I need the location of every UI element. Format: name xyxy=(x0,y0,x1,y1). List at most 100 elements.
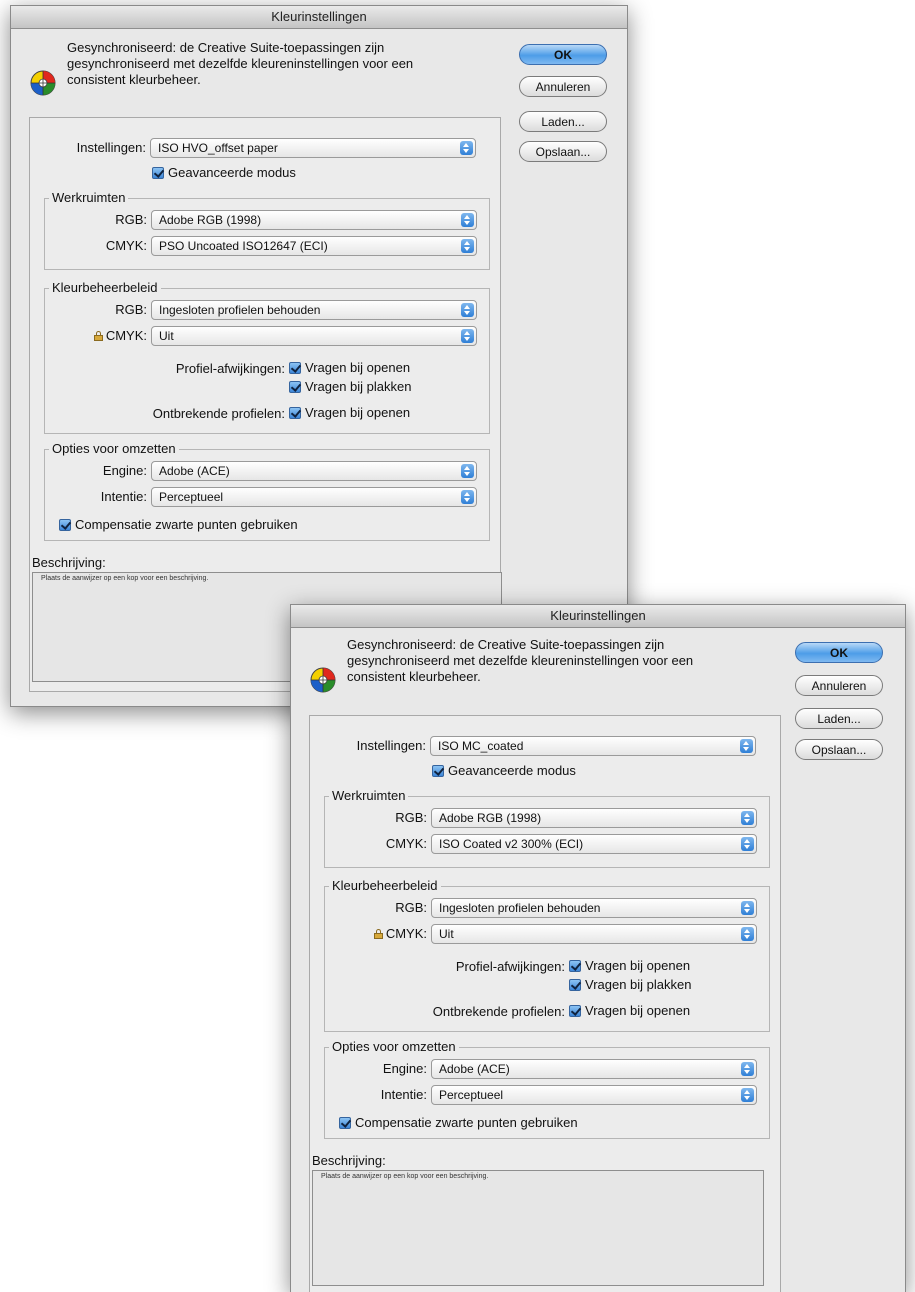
black-point-compensation-checkbox[interactable]: Compensatie zwarte punten gebruiken xyxy=(339,1116,578,1130)
lock-icon xyxy=(373,929,383,939)
popup-arrows-icon xyxy=(461,490,474,504)
checkmark-icon xyxy=(432,765,444,777)
color-policies-group: Kleurbeheerbeleid RGB: Ingesloten profie… xyxy=(44,280,490,434)
missing-ask-open-label: Vragen bij openen xyxy=(585,1003,691,1018)
checkmark-icon xyxy=(59,519,71,531)
cmyk-workspace-popup[interactable]: PSO Uncoated ISO12647 (ECI) xyxy=(151,236,477,256)
workspaces-group: Werkruimten RGB: Adobe RGB (1998) CMYK: … xyxy=(44,190,490,270)
settings-popup[interactable]: ISO HVO_offset paper xyxy=(150,138,476,158)
ok-button[interactable]: OK xyxy=(795,642,883,663)
mismatch-ask-paste-checkbox[interactable]: Vragen bij plakken xyxy=(569,978,691,992)
ok-button[interactable]: OK xyxy=(519,44,607,65)
cmyk-policy-label: CMYK: xyxy=(105,328,147,343)
color-settings-dialog-back: Kleurinstellingen Gesynchroniseerd: de C… xyxy=(10,5,628,707)
popup-arrows-icon xyxy=(741,901,754,915)
popup-arrows-icon xyxy=(460,141,473,155)
settings-label: Instellingen: xyxy=(356,738,426,753)
cmyk-policy-value: Uit xyxy=(159,329,174,343)
engine-label: Engine: xyxy=(382,1061,427,1076)
rgb-policy-popup[interactable]: Ingesloten profielen behouden xyxy=(431,898,757,918)
intent-label: Intentie: xyxy=(100,489,147,504)
missing-profiles-label: Ontbrekende profielen: xyxy=(152,406,285,421)
engine-popup[interactable]: Adobe (ACE) xyxy=(431,1059,757,1079)
popup-arrows-icon xyxy=(461,239,474,253)
rgb-workspace-value: Adobe RGB (1998) xyxy=(159,213,262,227)
popup-arrows-icon xyxy=(741,1088,754,1102)
policies-legend: Kleurbeheerbeleid xyxy=(49,280,161,295)
popup-arrows-icon xyxy=(461,329,474,343)
rgb-policy-popup[interactable]: Ingesloten profielen behouden xyxy=(151,300,477,320)
conversion-legend: Opties voor omzetten xyxy=(49,441,179,456)
description-label: Beschrijving: xyxy=(312,1153,386,1168)
save-button[interactable]: Opslaan... xyxy=(795,739,883,760)
cmyk-policy-label: CMYK: xyxy=(385,926,427,941)
rgb-policy-label: RGB: xyxy=(115,302,147,317)
rgb-workspace-label: RGB: xyxy=(395,810,427,825)
popup-arrows-icon xyxy=(741,837,754,851)
workspaces-legend: Werkruimten xyxy=(49,190,129,205)
mismatch-ask-open-label: Vragen bij openen xyxy=(305,360,411,375)
description-label: Beschrijving: xyxy=(32,555,106,570)
workspaces-group: Werkruimten RGB: Adobe RGB (1998) CMYK: … xyxy=(324,788,770,868)
conversion-options-group: Opties voor omzetten Engine: Adobe (ACE)… xyxy=(44,441,490,541)
checkmark-icon xyxy=(152,167,164,179)
intent-popup[interactable]: Perceptueel xyxy=(431,1085,757,1105)
mismatch-ask-open-label: Vragen bij openen xyxy=(585,958,691,973)
cmyk-policy-popup[interactable]: Uit xyxy=(151,326,477,346)
save-button[interactable]: Opslaan... xyxy=(519,141,607,162)
cmyk-workspace-popup[interactable]: ISO Coated v2 300% (ECI) xyxy=(431,834,757,854)
cmyk-workspace-value: ISO Coated v2 300% (ECI) xyxy=(439,837,584,851)
profile-mismatch-label: Profiel-afwijkingen: xyxy=(455,959,565,974)
checkmark-icon xyxy=(289,362,301,374)
mismatch-ask-open-checkbox[interactable]: Vragen bij openen xyxy=(569,959,690,973)
color-settings-dialog-front: Kleurinstellingen Gesynchroniseerd: de C… xyxy=(290,604,906,1292)
cancel-button[interactable]: Annuleren xyxy=(795,675,883,696)
color-policies-group: Kleurbeheerbeleid RGB: Ingesloten profie… xyxy=(324,878,770,1032)
advanced-mode-checkbox[interactable]: Geavanceerde modus xyxy=(152,166,296,180)
advanced-mode-checkbox[interactable]: Geavanceerde modus xyxy=(432,764,576,778)
load-button[interactable]: Laden... xyxy=(519,111,607,132)
missing-ask-open-label: Vragen bij openen xyxy=(305,405,411,420)
intent-value: Perceptueel xyxy=(159,490,224,504)
popup-arrows-icon xyxy=(740,739,753,753)
popup-arrows-icon xyxy=(461,303,474,317)
settings-value: ISO MC_coated xyxy=(438,739,524,753)
settings-panel: Instellingen: ISO MC_coated Geavanceerde… xyxy=(309,715,781,1292)
engine-popup[interactable]: Adobe (ACE) xyxy=(151,461,477,481)
workspaces-legend: Werkruimten xyxy=(329,788,409,803)
profile-mismatch-label: Profiel-afwijkingen: xyxy=(175,361,285,376)
engine-value: Adobe (ACE) xyxy=(159,464,230,478)
mismatch-ask-open-checkbox[interactable]: Vragen bij openen xyxy=(289,361,410,375)
rgb-workspace-popup[interactable]: Adobe RGB (1998) xyxy=(151,210,477,230)
black-point-compensation-label: Compensatie zwarte punten gebruiken xyxy=(355,1115,578,1130)
checkmark-icon xyxy=(289,407,301,419)
settings-label: Instellingen: xyxy=(76,140,146,155)
popup-arrows-icon xyxy=(741,927,754,941)
description-text: Plaats de aanwijzer op een kop voor een … xyxy=(41,575,209,582)
popup-arrows-icon xyxy=(461,464,474,478)
cmyk-workspace-label: CMYK: xyxy=(105,238,147,253)
missing-ask-open-checkbox[interactable]: Vragen bij openen xyxy=(289,406,410,420)
cancel-button[interactable]: Annuleren xyxy=(519,76,607,97)
color-wheel-icon xyxy=(30,70,56,96)
missing-ask-open-checkbox[interactable]: Vragen bij openen xyxy=(569,1004,690,1018)
intent-popup[interactable]: Perceptueel xyxy=(151,487,477,507)
load-button[interactable]: Laden... xyxy=(795,708,883,729)
mismatch-ask-paste-label: Vragen bij plakken xyxy=(585,977,692,992)
missing-profiles-label: Ontbrekende profielen: xyxy=(432,1004,565,1019)
checkmark-icon xyxy=(569,1005,581,1017)
mismatch-ask-paste-checkbox[interactable]: Vragen bij plakken xyxy=(289,380,411,394)
black-point-compensation-checkbox[interactable]: Compensatie zwarte punten gebruiken xyxy=(59,518,298,532)
cmyk-policy-popup[interactable]: Uit xyxy=(431,924,757,944)
conversion-options-group: Opties voor omzetten Engine: Adobe (ACE)… xyxy=(324,1039,770,1139)
advanced-mode-label: Geavanceerde modus xyxy=(168,165,296,180)
popup-arrows-icon xyxy=(461,213,474,227)
cmyk-policy-value: Uit xyxy=(439,927,454,941)
rgb-workspace-popup[interactable]: Adobe RGB (1998) xyxy=(431,808,757,828)
checkmark-icon xyxy=(339,1117,351,1129)
settings-popup[interactable]: ISO MC_coated xyxy=(430,736,756,756)
rgb-policy-value: Ingesloten profielen behouden xyxy=(159,303,321,317)
rgb-workspace-label: RGB: xyxy=(115,212,147,227)
policies-legend: Kleurbeheerbeleid xyxy=(329,878,441,893)
description-text: Plaats de aanwijzer op een kop voor een … xyxy=(321,1173,489,1180)
